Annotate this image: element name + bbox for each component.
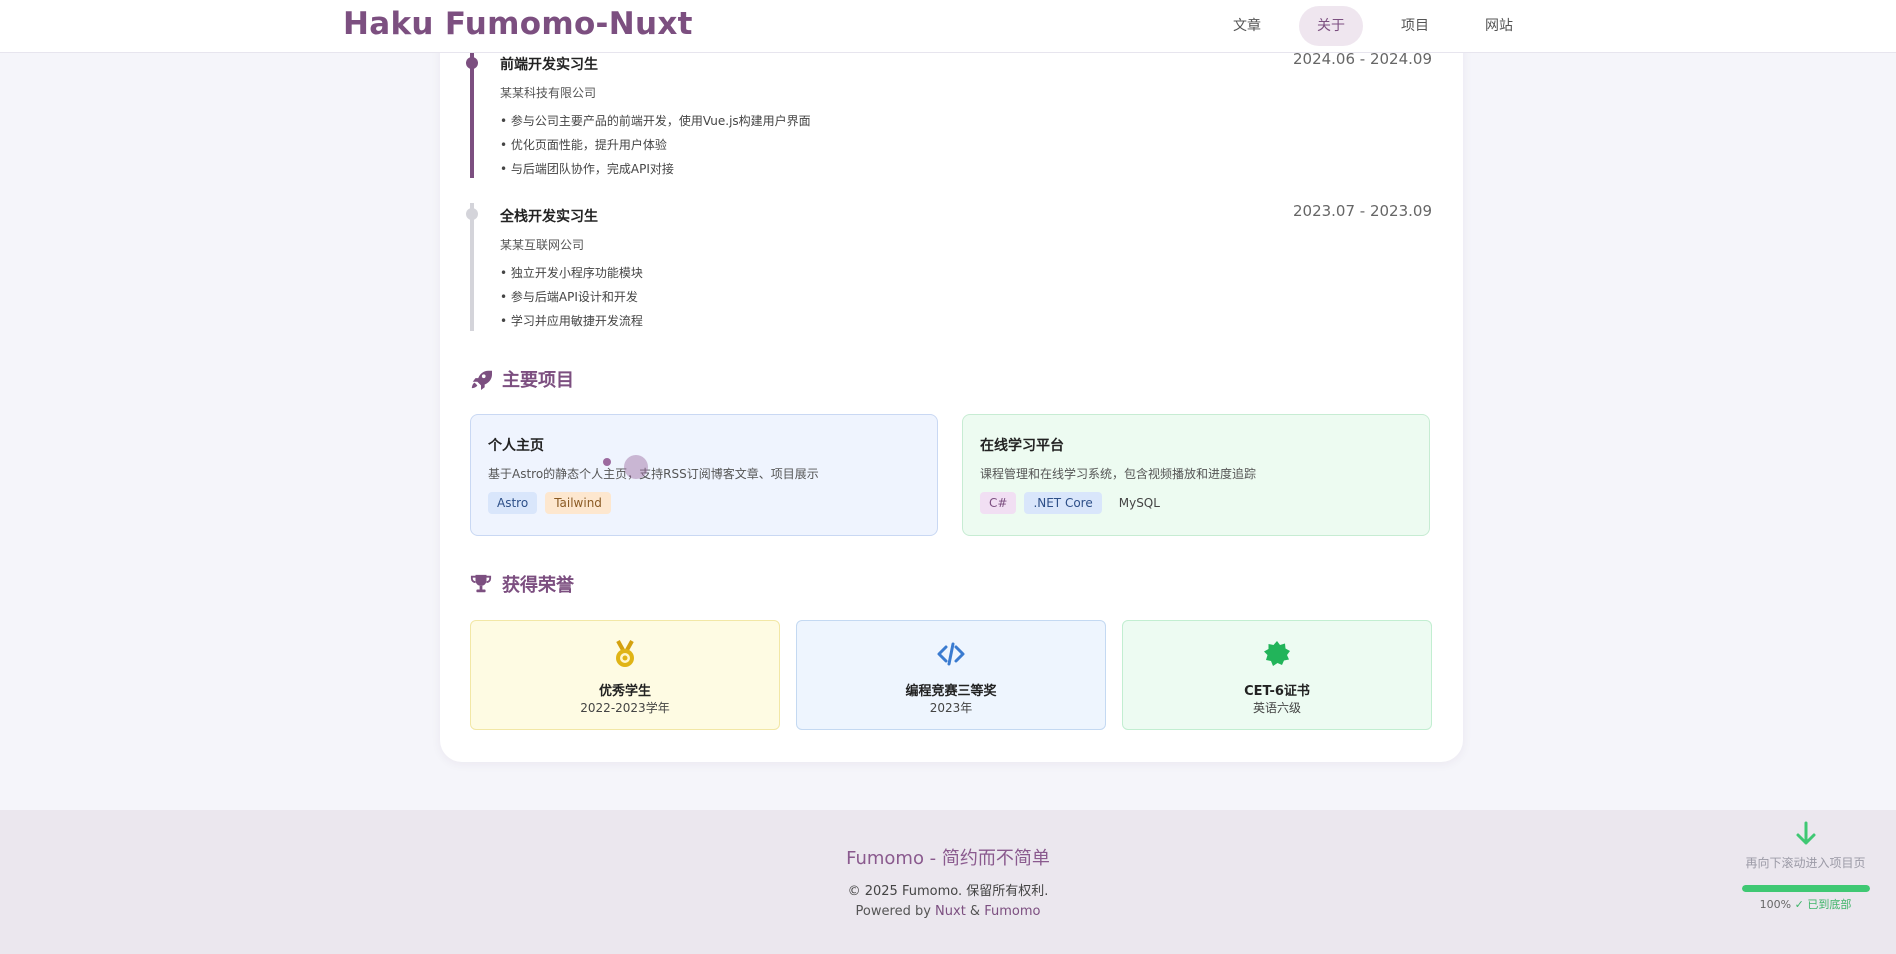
- cursor-dot: [603, 458, 611, 466]
- project-desc: 课程管理和在线学习系统，包含视频播放和进度追踪: [980, 467, 1257, 481]
- section-title: 获得荣誉: [502, 575, 574, 596]
- nav-item-projects[interactable]: 项目: [1383, 6, 1447, 46]
- timeline-line: [470, 53, 474, 178]
- section-title: 主要项目: [502, 370, 574, 391]
- main-nav: 文章 关于 项目 网站: [1215, 6, 1551, 46]
- trophy-icon: [470, 574, 492, 593]
- tag: .NET Core: [1024, 492, 1102, 514]
- project-desc: 基于Astro的静态个人主页，支持RSS订阅博客文章、项目展示: [488, 467, 819, 481]
- honor-title: 编程竞赛三等奖: [905, 684, 997, 699]
- footer-copyright: © 2025 Fumomo. 保留所有权利.: [847, 884, 1049, 899]
- nav-item-sites[interactable]: 网站: [1467, 6, 1531, 46]
- honor-card: CET-6证书 英语六级: [1122, 620, 1432, 730]
- footer-title: Fumomo - 简约而不简单: [846, 848, 1050, 869]
- footer-powered: Powered by Nuxt & Fumomo: [0, 904, 1896, 919]
- honor-title: 优秀学生: [598, 684, 651, 699]
- scroll-status: 100% ✓ 已到底部: [1738, 896, 1873, 912]
- honor-card: 优秀学生 2022-2023学年: [470, 620, 780, 730]
- rocket-icon: [471, 370, 492, 390]
- honor-sub: 2023年: [929, 701, 973, 715]
- tag: MySQL: [1118, 496, 1160, 510]
- site-footer: Fumomo - 简约而不简单 © 2025 Fumomo. 保留所有权利. P…: [0, 810, 1896, 954]
- timeline-dot: [466, 57, 478, 69]
- tag-list: C# .NET Core MySQL: [980, 492, 1412, 514]
- timeline-dot: [466, 208, 478, 220]
- tag: C#: [980, 492, 1017, 514]
- job-bullet: • 参与公司主要产品的前端开发，使用Vue.js构建用户界面: [500, 114, 811, 128]
- project-title: 在线学习平台: [980, 438, 1064, 454]
- badge-icon: [1264, 641, 1290, 666]
- scroll-hint[interactable]: 再向下滚动进入项目页 100% ✓ 已到底部: [1738, 820, 1873, 912]
- nav-item-about[interactable]: 关于: [1299, 6, 1363, 46]
- job-bullet: • 学习并应用敏捷开发流程: [500, 314, 643, 328]
- timeline-line: [470, 203, 474, 331]
- timeline-item: 前端开发实习生 2024.06 - 2024.09 某某科技有限公司 • 参与公…: [466, 50, 1432, 178]
- fumomo-link[interactable]: Fumomo: [984, 904, 1040, 919]
- timeline-item: 全栈开发实习生 2023.07 - 2023.09 某某互联网公司 • 独立开发…: [466, 202, 1432, 331]
- job-company: 某某互联网公司: [500, 238, 585, 252]
- job-bullet: • 优化页面性能，提升用户体验: [500, 138, 667, 152]
- scroll-progress-fill: [1741, 885, 1870, 892]
- tag: Astro: [488, 492, 538, 514]
- arrow-down-icon: [1796, 821, 1815, 845]
- scroll-percent: 100%: [1759, 898, 1792, 911]
- job-bullet: • 参与后端API设计和开发: [500, 290, 638, 304]
- nav-item-articles[interactable]: 文章: [1215, 6, 1279, 46]
- honors-heading: 获得荣誉: [470, 571, 574, 597]
- project-card[interactable]: 个人主页 基于Astro的静态个人主页，支持RSS订阅博客文章、项目展示 Ast…: [470, 414, 938, 536]
- honor-sub: 2022-2023学年: [580, 701, 670, 715]
- nuxt-link[interactable]: Nuxt: [935, 904, 966, 919]
- scroll-progress-bar: [1741, 885, 1870, 892]
- tag: Tailwind: [545, 492, 611, 514]
- job-bullet: • 与后端团队协作，完成API对接: [500, 162, 674, 176]
- brand-logo-text[interactable]: Haku Fumomo-Nuxt: [343, 6, 693, 42]
- powered-amp: &: [965, 904, 985, 919]
- projects-heading: 主要项目: [470, 366, 574, 392]
- project-card[interactable]: 在线学习平台 课程管理和在线学习系统，包含视频播放和进度追踪 C# .NET C…: [962, 414, 1430, 536]
- honor-sub: 英语六级: [1252, 701, 1301, 715]
- tag-list: Astro Tailwind: [488, 492, 920, 514]
- honor-card: 编程竞赛三等奖 2023年: [796, 620, 1106, 730]
- job-title: 全栈开发实习生: [500, 209, 598, 225]
- scroll-hint-text: 再向下滚动进入项目页: [1745, 856, 1866, 870]
- medal-icon: [616, 640, 634, 667]
- code-icon: [937, 642, 965, 666]
- job-bullet: • 独立开发小程序功能模块: [500, 266, 643, 280]
- job-date: 2023.07 - 2023.09: [1292, 202, 1432, 220]
- cursor-ring: [624, 455, 648, 479]
- honor-title: CET-6证书: [1244, 684, 1310, 699]
- job-company: 某某科技有限公司: [500, 86, 597, 100]
- scroll-status-text: ✓ 已到底部: [1794, 898, 1852, 911]
- powered-prefix: Powered by: [855, 904, 936, 919]
- project-title: 个人主页: [488, 438, 544, 454]
- site-header: Haku Fumomo-Nuxt 文章 关于 项目 网站: [0, 0, 1896, 53]
- job-title: 前端开发实习生: [500, 57, 598, 73]
